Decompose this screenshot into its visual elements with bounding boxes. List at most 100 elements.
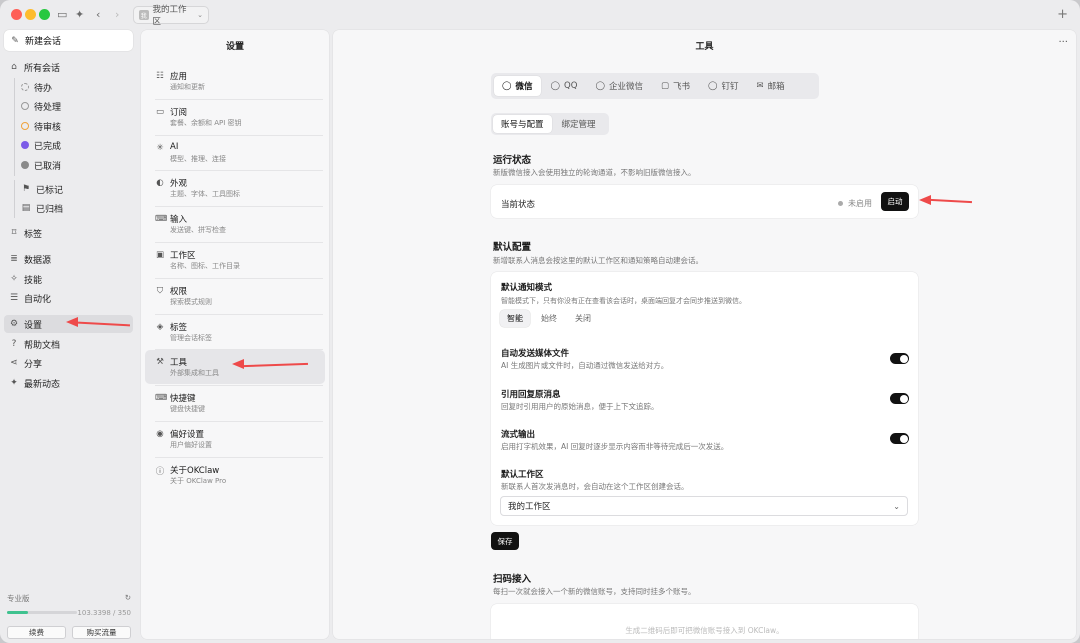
forward-icon[interactable]: › (115, 8, 119, 22)
sidebar: ✎ 新建会话 ⌂ 所有会话 待办 待处理 待审核 已完成 已取消 ⚑ 已标记 ▤… (0, 30, 138, 643)
sidebar-item-review[interactable]: 待审核 (4, 117, 133, 135)
new-chat-button[interactable]: ✎ 新建会话 (4, 30, 133, 51)
sidebar-item-tags[interactable]: ⌑ 标签 (4, 224, 133, 242)
todo-status-icon (21, 83, 29, 91)
tab-account-config[interactable]: 账号与配置 (493, 115, 552, 133)
sidebar-toggle-icon[interactable]: ▭ (57, 8, 67, 22)
settings-item-subtitle: 管理会话标签 (170, 333, 212, 342)
buy-traffic-button[interactable]: 购买流量 (72, 626, 131, 639)
settings-item-subtitle: 键盘快捷键 (170, 405, 205, 414)
usage-progress-bar (7, 611, 77, 614)
chevron-down-icon: ⌄ (893, 501, 900, 511)
sidebar-item-skills[interactable]: ✧ 技能 (4, 270, 133, 288)
tag-icon: ⌑ (11, 228, 17, 238)
tab-label: 微信 (515, 82, 533, 92)
settings-item-title: 应用 (170, 72, 188, 82)
settings-item-title: 订阅 (170, 107, 188, 118)
sidebar-item-done[interactable]: 已完成 (4, 136, 133, 154)
sidebar-item-all-chats[interactable]: ⌂ 所有会话 (4, 58, 133, 76)
chat-bubble-icon: ◯ (595, 81, 605, 91)
settings-item-10[interactable]: ◉ 偏好设置 用户偏好设置 (145, 422, 325, 456)
current-status-label: 当前状态 (501, 200, 536, 210)
sidebar-item-label: 待审核 (34, 122, 62, 133)
renew-button[interactable]: 续费 (7, 626, 66, 639)
sidebar-item-pending[interactable]: 待处理 (4, 97, 133, 115)
sidebar-item-archived[interactable]: ▤ 已归档 (4, 199, 133, 217)
default-workspace-desc: 新联系人首次发消息时，会自动在这个工作区创建会话。 (501, 482, 689, 491)
mode-off[interactable]: 关闭 (568, 310, 598, 327)
mode-always[interactable]: 始终 (534, 310, 564, 327)
tab-dingtalk[interactable]: ◯ 钉钉 (700, 76, 747, 96)
settings-item-title: 快捷键 (170, 394, 196, 405)
minimize-window-button[interactable] (25, 9, 36, 20)
settings-item-7[interactable]: ◈ 标签 管理会话标签 (145, 315, 325, 349)
settings-item-2[interactable]: ✳ AI 模型、推理、连接 (145, 136, 325, 170)
tab-wecom[interactable]: ◯ 企业微信 (587, 76, 651, 96)
tab-label: 企业微信 (608, 82, 643, 92)
zoom-window-button[interactable] (39, 9, 50, 20)
stream-output-desc: 启用打字机效果，AI 回复时逐步显示内容而非等待完成后一次发送。 (501, 442, 729, 451)
sidebar-item-share[interactable]: ⋖ 分享 (4, 354, 133, 372)
settings-item-6[interactable]: ⛉ 权限 探索模式规则 (145, 279, 325, 313)
settings-item-4[interactable]: ⌨ 输入 发送键、拼写检查 (145, 207, 325, 241)
tab-email[interactable]: ✉ 邮箱 (749, 76, 793, 96)
sparkle-icon: ✧ (10, 274, 18, 284)
notify-mode-segmented: 智能 始终 关闭 (500, 310, 598, 327)
settings-item-title: 工作区 (170, 251, 196, 261)
sidebar-item-flagged[interactable]: ⚑ 已标记 (4, 180, 133, 198)
app-window: ▭ ✦ ‹ › 我 我的工作区 ⌄ + ✎ 新建会话 ⌂ 所有会话 待办 待处理 (0, 0, 1080, 643)
workspace-select[interactable]: 我的工作区 ⌄ (500, 496, 908, 516)
tab-label: 钉钉 (721, 82, 739, 92)
chevron-down-icon: ⌄ (197, 11, 203, 19)
notify-mode-desc: 智能模式下，只有你没有正在查看该会话时，桌面端回复才会同步推送到微信。 (501, 297, 746, 305)
refresh-icon[interactable]: ↻ (125, 593, 131, 604)
quote-reply-toggle[interactable] (890, 393, 909, 404)
sidebar-item-label: 待办 (34, 83, 53, 94)
sidebar-item-label: 设置 (24, 320, 43, 331)
new-chat-label: 新建会话 (25, 37, 62, 47)
plan-label: 专业版 (7, 594, 30, 603)
sidebar-item-automation[interactable]: ☰ 自动化 (4, 289, 133, 307)
tab-binding-management[interactable]: 绑定管理 (554, 115, 604, 133)
sidebar-item-help[interactable]: ? 帮助文档 (4, 335, 133, 353)
more-options-icon[interactable]: ··· (1058, 37, 1068, 48)
save-button[interactable]: 保存 (491, 532, 519, 550)
settings-item-5[interactable]: ▣ 工作区 名称、图标、工作目录 (145, 243, 325, 277)
database-icon: ≣ (10, 254, 18, 264)
tab-qq[interactable]: ◯ QQ (543, 76, 586, 96)
settings-item-9[interactable]: ⌨ 快捷键 键盘快捷键 (145, 386, 325, 420)
card-icon: ▭ (155, 106, 165, 117)
settings-item-subtitle: 用户偏好设置 (170, 441, 212, 449)
stream-output-toggle[interactable] (890, 433, 909, 444)
settings-item-3[interactable]: ◐ 外观 主题、字体、工具图标 (145, 171, 325, 205)
sidebar-item-updates[interactable]: ✦ 最新动态 (4, 374, 133, 392)
quote-reply-desc: 回复时引用用户的原始消息，便于上下文追踪。 (501, 402, 659, 411)
run-status-card: 当前状态 未启用 启动 (491, 185, 918, 218)
qr-desc: 每扫一次就会接入一个新的微信账号，支持同时挂多个账号。 (493, 587, 696, 596)
workspace-label: 我的工作区 (152, 5, 187, 27)
auto-media-title: 自动发送媒体文件 (501, 349, 570, 359)
back-icon[interactable]: ‹ (96, 8, 100, 22)
start-button[interactable]: 启动 (881, 192, 909, 211)
sidebar-item-cancelled[interactable]: 已取消 (4, 156, 133, 174)
inbox-icon: ⌂ (11, 62, 17, 72)
workspace-switcher[interactable]: 我 我的工作区 ⌄ (133, 5, 209, 27)
share-icon: ⋖ (10, 358, 18, 368)
settings-item-0[interactable]: ☷ 应用 通知和更新 (145, 64, 325, 98)
channel-tabs: ◯ 微信 ◯ QQ ◯ 企业微信 ▢ 飞书 ◯ 钉钉 ✉ 邮箱 (491, 73, 819, 99)
status-value: 未启用 (838, 198, 872, 209)
auto-media-toggle[interactable] (890, 353, 909, 364)
settings-item-title: 偏好设置 (170, 430, 205, 440)
annotation-arrow-head (66, 317, 78, 327)
settings-item-1[interactable]: ▭ 订阅 套餐、余额和 API 密钥 (145, 100, 325, 134)
mode-smart[interactable]: 智能 (500, 310, 530, 327)
qr-title: 扫码接入 (493, 574, 532, 585)
keyboard-icon: ⌨ (155, 393, 168, 404)
sidebar-item-datasource[interactable]: ≣ 数据源 (4, 250, 133, 268)
tab-feishu[interactable]: ▢ 飞书 (653, 76, 698, 96)
close-window-button[interactable] (11, 9, 22, 20)
sidebar-item-todo[interactable]: 待办 (4, 78, 133, 96)
tab-wechat[interactable]: ◯ 微信 (494, 76, 541, 96)
settings-item-11[interactable]: ⓘ 关于OKClaw 关于 OKClaw Pro (145, 458, 325, 492)
new-tab-icon[interactable]: + (1057, 7, 1068, 22)
